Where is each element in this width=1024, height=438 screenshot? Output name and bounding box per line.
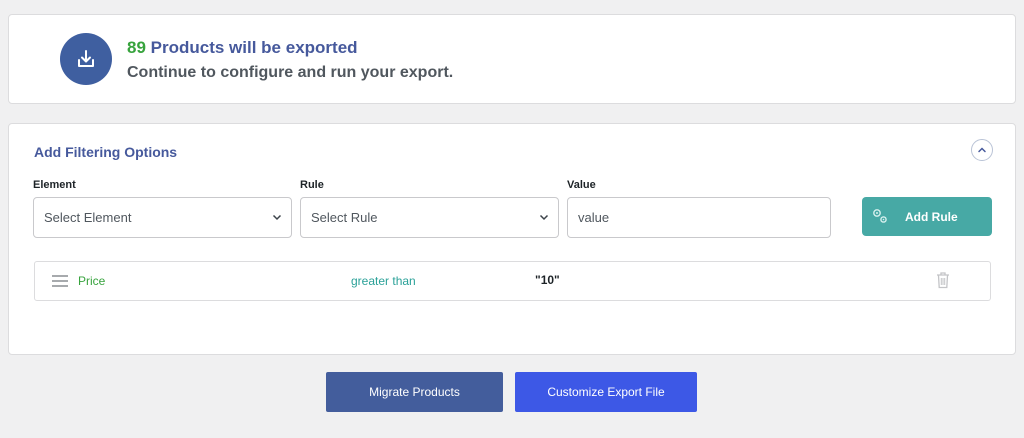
drag-handle-icon[interactable] <box>52 274 68 288</box>
export-summary-panel: 89 Products will be exported Continue to… <box>8 14 1016 104</box>
rule-operator: greater than <box>351 274 416 288</box>
rule-value: "10" <box>535 273 560 287</box>
filtering-options-panel: Add Filtering Options Element Select Ele… <box>8 123 1016 355</box>
add-rule-label: Add Rule <box>905 210 958 224</box>
rule-select-value: Select Rule <box>311 210 378 225</box>
element-select-value: Select Element <box>44 210 132 225</box>
product-count: 89 <box>127 38 146 57</box>
rule-select[interactable]: Select Rule <box>300 197 559 238</box>
headline-text: Products will be exported <box>150 38 358 57</box>
chevron-down-icon <box>272 214 282 221</box>
chevron-up-icon <box>978 147 986 153</box>
section-title: Add Filtering Options <box>34 144 178 160</box>
rule-label: Rule <box>300 179 324 191</box>
export-subtext: Continue to configure and run your expor… <box>127 64 454 81</box>
filter-rule-row: Price greater than "10" <box>34 261 991 301</box>
element-select[interactable]: Select Element <box>33 197 292 238</box>
migrate-products-button[interactable]: Migrate Products <box>326 372 503 412</box>
download-icon <box>60 33 112 85</box>
collapse-button[interactable] <box>971 139 993 161</box>
trash-icon[interactable] <box>936 271 950 289</box>
value-label: Value <box>567 179 596 191</box>
export-headline: 89 Products will be exported <box>127 38 358 58</box>
customize-export-file-button[interactable]: Customize Export File <box>515 372 697 412</box>
element-label: Element <box>33 179 76 191</box>
rule-element: Price <box>78 274 106 288</box>
gears-icon <box>873 209 887 223</box>
chevron-down-icon <box>539 214 549 221</box>
value-input[interactable] <box>567 197 831 238</box>
add-rule-button[interactable]: Add Rule <box>862 197 992 236</box>
